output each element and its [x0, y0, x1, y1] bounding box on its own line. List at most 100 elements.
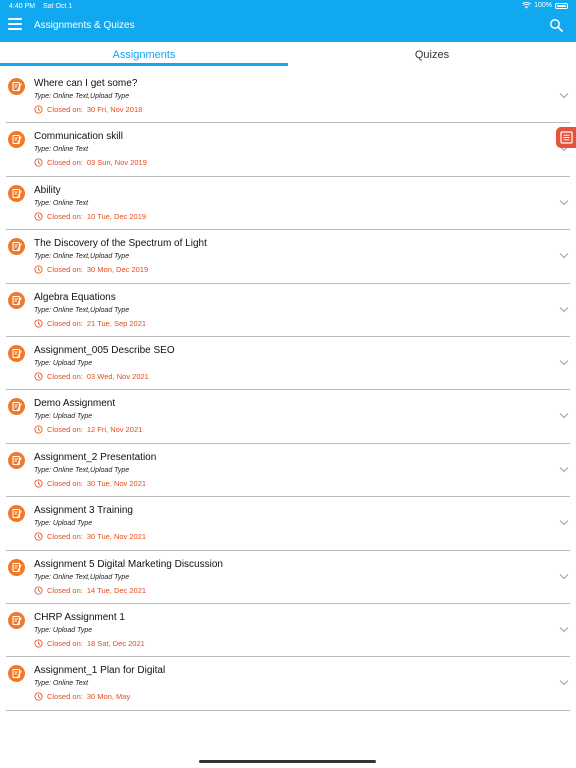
clock-icon — [34, 532, 43, 541]
wifi-icon — [522, 2, 532, 9]
assignment-row[interactable]: Assignment 5 Digital Marketing Discussio… — [0, 551, 576, 604]
assignment-title: Assignment 5 Digital Marketing Discussio… — [34, 558, 223, 570]
assignment-closed-date: Closed on: 30 Tue, Nov 2021 — [34, 479, 146, 488]
assignment-type: Type: Online Text — [34, 199, 89, 207]
assignment-closed-date: Closed on: 03 Wed, Nov 2021 — [34, 372, 149, 381]
assignment-edit-icon — [8, 131, 25, 149]
assignment-closed-date: Closed on: 14 Tue, Dec 2021 — [34, 586, 146, 595]
row-divider — [6, 709, 570, 711]
assignment-row[interactable]: Assignment_005 Describe SEO Type: Upload … — [0, 337, 576, 391]
chevron-down-icon[interactable] — [559, 626, 569, 633]
assignment-title: Where can I get some? — [34, 78, 138, 89]
assignment-closed-date: Closed on: 30 Fri, Nov 2018 — [34, 105, 142, 114]
assignment-closed-date: Closed on: 12 Fri, Nov 2021 — [34, 425, 142, 434]
hamburger-icon[interactable] — [8, 18, 22, 30]
assignment-edit-icon — [8, 78, 25, 95]
assignment-edit-icon — [8, 451, 25, 469]
assignment-title: Ability — [34, 184, 61, 196]
assignment-edit-icon — [8, 291, 25, 309]
battery-percentage: 100% — [534, 2, 552, 9]
assignment-row[interactable]: Communication skill Type: Online Text Clos… — [0, 123, 576, 177]
assignment-title: The Discovery of the Spectrum of Light — [34, 238, 207, 250]
chevron-down-icon[interactable] — [559, 306, 569, 313]
assignment-row[interactable]: Demo Assignment Type: Upload Type Closed o… — [0, 390, 576, 444]
assignment-row[interactable]: Assignment_1 Plan for Digital Type: Onlin… — [0, 657, 576, 711]
page-title: Assignments & Quizes — [34, 20, 135, 31]
assignment-type: Type: Upload Type — [34, 359, 93, 367]
assignment-title: Assignment_1 Plan for Digital — [34, 665, 166, 677]
active-tab-indicator — [0, 63, 288, 66]
assignment-type: Type: Online Text — [34, 146, 89, 154]
clock-icon — [34, 479, 43, 488]
assignment-title: Assignment_005 Describe SEO — [34, 344, 175, 356]
closed-date-value: 14 Tue, Dec 2021 — [86, 585, 147, 595]
chevron-down-icon[interactable] — [559, 92, 569, 99]
clock-icon — [34, 692, 43, 701]
chevron-down-icon[interactable] — [559, 359, 569, 366]
assignment-type: Type: Upload Type — [34, 520, 93, 528]
clock-icon — [34, 158, 43, 167]
clock-icon — [34, 265, 43, 274]
assignment-edit-icon — [8, 665, 25, 683]
assignment-type: Type: Upload Type — [34, 626, 93, 634]
clock-icon — [34, 372, 43, 381]
search-icon[interactable] — [549, 18, 563, 32]
assignment-row[interactable]: Where can I get some? Type: Online Text,U… — [0, 70, 576, 124]
assignment-closed-date: Closed on: 30 Mon, May — [34, 692, 130, 701]
clock-icon — [34, 212, 43, 221]
closed-on-label: Closed on: — [47, 211, 83, 221]
closed-date-value: 30 Mon, May — [86, 692, 131, 702]
assignment-edit-icon — [8, 505, 25, 523]
chevron-down-icon[interactable] — [559, 573, 569, 580]
assignment-type: Type: Online Text,Upload Type — [34, 573, 130, 581]
assignment-type: Type: Online Text — [34, 680, 89, 688]
closed-on-label: Closed on: — [47, 532, 83, 542]
tab-quizes[interactable]: Quizes — [288, 42, 576, 67]
closed-date-value: 10 Tue, Dec 2019 — [86, 211, 147, 221]
assignment-row[interactable]: Assignment 3 Training Type: Upload Type Cl… — [0, 497, 576, 551]
assignment-row[interactable]: Assignment_2 Presentation Type: Online Te… — [0, 444, 576, 498]
chevron-down-icon[interactable] — [559, 252, 569, 259]
assignment-title: Communication skill — [34, 131, 123, 143]
assignment-title: Algebra Equations — [34, 291, 116, 303]
assignment-row[interactable]: Ability Type: Online Text Closed on: 10 Tue… — [0, 177, 576, 231]
home-indicator — [199, 760, 376, 763]
closed-date-value: 21 Tue, Sep 2021 — [86, 318, 147, 328]
chevron-down-icon[interactable] — [559, 679, 569, 686]
assignment-edit-icon — [8, 558, 25, 576]
closed-date-value: 03 Wed, Nov 2021 — [86, 371, 149, 381]
assignment-edit-icon — [8, 238, 25, 256]
assignment-type: Type: Online Text,Upload Type — [34, 466, 130, 474]
assignment-closed-date: Closed on: 10 Tue, Dec 2019 — [34, 212, 146, 221]
assignment-title: CHRP Assignment 1 — [34, 611, 125, 623]
closed-on-label: Closed on: — [47, 692, 83, 702]
assignment-closed-date: Closed on: 03 Sun, Nov 2019 — [34, 158, 147, 167]
closed-date-value: 18 Sat, Dec 2021 — [86, 638, 145, 648]
assignment-closed-date: Closed on: 21 Tue, Sep 2021 — [34, 319, 146, 328]
clock-icon — [34, 319, 43, 328]
status-time: 4:40 PM — [9, 3, 36, 10]
assignment-title: Assignment 3 Training — [34, 505, 133, 517]
chevron-down-icon[interactable] — [559, 519, 569, 526]
chevron-down-icon[interactable] — [559, 466, 569, 473]
chevron-down-icon[interactable] — [559, 199, 569, 206]
chevron-down-icon[interactable] — [559, 412, 569, 419]
closed-date-value: 30 Mon, Dec 2019 — [86, 265, 149, 275]
assignment-type: Type: Upload Type — [34, 413, 93, 421]
app-header: 4:40 PM Sat Oct 1 100% Assignments & Qui… — [0, 0, 576, 42]
clock-icon — [34, 639, 43, 648]
closed-on-label: Closed on: — [47, 425, 83, 435]
assignment-closed-date: Closed on: 18 Sat, Dec 2021 — [34, 639, 145, 648]
closed-on-label: Closed on: — [47, 585, 83, 595]
assignment-row[interactable]: CHRP Assignment 1 Type: Upload Type Closed… — [0, 604, 576, 658]
clock-icon — [34, 586, 43, 595]
assignment-row[interactable]: Algebra Equations Type: Online Text,Uploa… — [0, 284, 576, 337]
assignment-row[interactable]: The Discovery of the Spectrum of Light Ty… — [0, 230, 576, 284]
assignment-title: Assignment_2 Presentation — [34, 451, 157, 463]
clock-icon — [34, 105, 43, 114]
closed-date-value: 30 Fri, Nov 2018 — [86, 105, 143, 114]
assignment-closed-date: Closed on: 30 Tue, Nov 2021 — [34, 532, 146, 541]
status-indicators: 100% — [522, 2, 568, 9]
closed-on-label: Closed on: — [47, 371, 83, 381]
side-drawer-tab[interactable] — [556, 127, 576, 148]
